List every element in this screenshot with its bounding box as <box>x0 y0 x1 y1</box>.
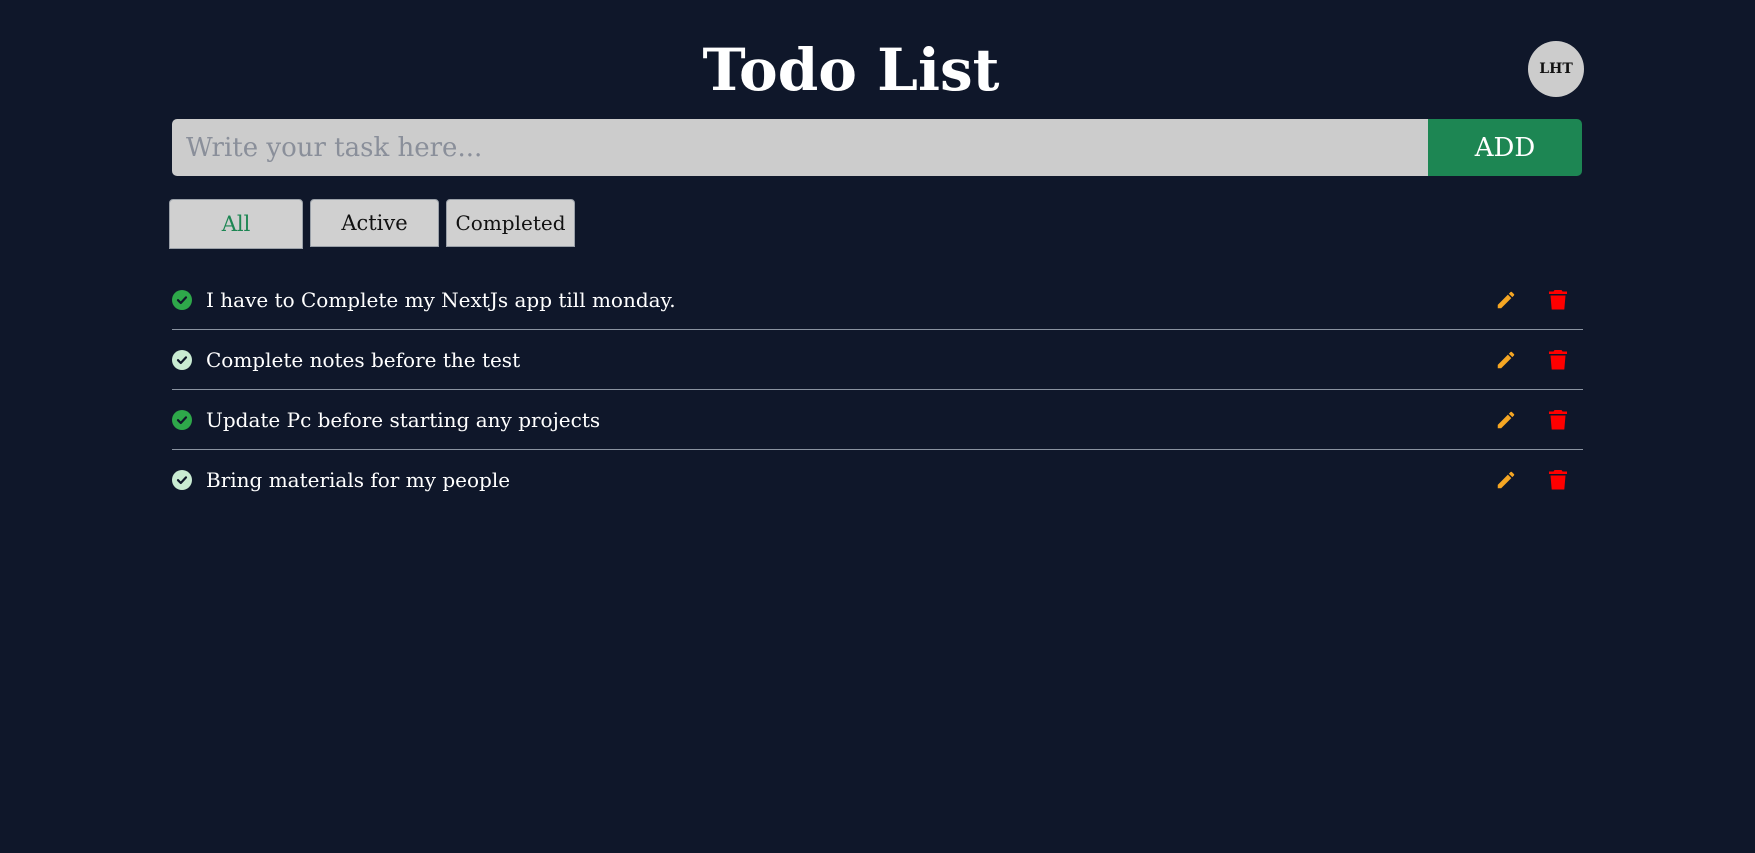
todo-text: Update Pc before starting any projects <box>206 407 601 432</box>
todo-app: Todo List LHT ADD All Active Completed I… <box>0 0 1755 853</box>
filter-tabs: All Active Completed <box>169 199 575 249</box>
todo-list: I have to Complete my NextJs app till mo… <box>172 270 1583 510</box>
trash-icon[interactable] <box>1545 287 1571 313</box>
task-input[interactable] <box>172 119 1428 176</box>
check-circle-icon[interactable] <box>172 349 192 370</box>
page-title: Todo List <box>702 36 1000 104</box>
todo-item: Bring materials for my people <box>172 450 1583 510</box>
tab-all[interactable]: All <box>169 199 303 249</box>
user-avatar[interactable]: LHT <box>1528 41 1584 97</box>
todo-text: Bring materials for my people <box>206 468 511 492</box>
trash-icon[interactable] <box>1545 407 1571 433</box>
pencil-icon[interactable] <box>1493 287 1519 313</box>
pencil-icon[interactable] <box>1493 347 1519 373</box>
todo-item: I have to Complete my NextJs app till mo… <box>172 270 1583 330</box>
todo-text: Complete notes before the test <box>206 347 521 372</box>
add-task-form: ADD <box>172 119 1582 176</box>
todo-item: Update Pc before starting any projects <box>172 390 1583 450</box>
add-button[interactable]: ADD <box>1428 119 1582 176</box>
trash-icon[interactable] <box>1545 467 1571 493</box>
tab-completed[interactable]: Completed <box>446 199 575 247</box>
check-circle-icon[interactable] <box>172 289 192 310</box>
check-circle-icon[interactable] <box>172 470 192 490</box>
trash-icon[interactable] <box>1545 347 1571 373</box>
pencil-icon[interactable] <box>1493 407 1519 433</box>
pencil-icon[interactable] <box>1493 467 1519 493</box>
tab-active[interactable]: Active <box>310 199 439 247</box>
check-circle-icon[interactable] <box>172 409 192 430</box>
todo-item: Complete notes before the test <box>172 330 1583 390</box>
todo-text: I have to Complete my NextJs app till mo… <box>206 287 676 312</box>
